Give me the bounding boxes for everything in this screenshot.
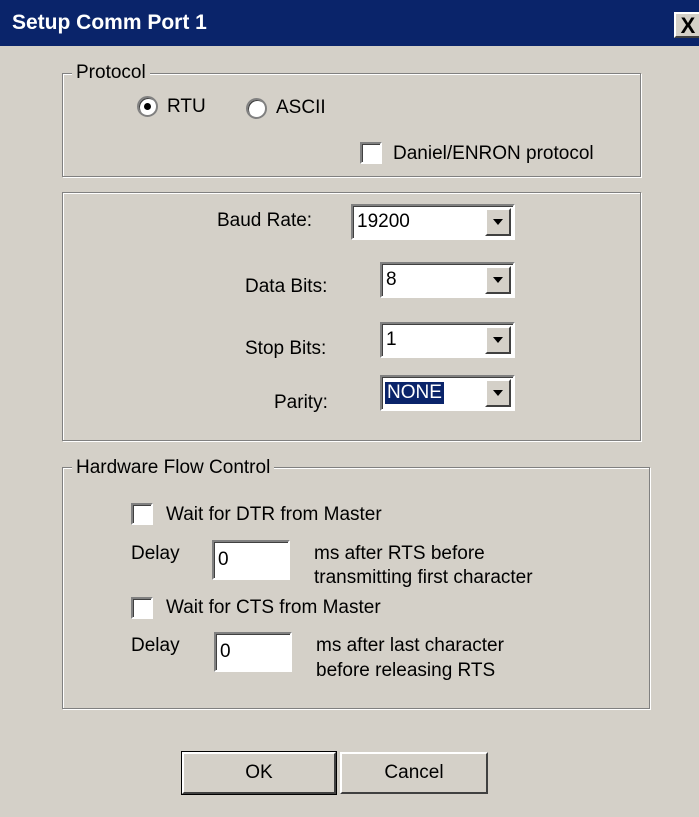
ok-button[interactable]: OK xyxy=(181,751,337,795)
ascii-radio[interactable] xyxy=(246,98,267,119)
baud-rate-label: Baud Rate: xyxy=(217,210,313,231)
delay1-desc-line2: transmitting first character xyxy=(314,567,533,588)
stop-bits-select[interactable]: 1 xyxy=(380,322,515,358)
wait-dtr-label[interactable]: Wait for DTR from Master xyxy=(166,504,382,526)
delay1-label: Delay xyxy=(131,543,180,564)
delay2-label: Delay xyxy=(131,635,180,656)
stop-bits-label: Stop Bits: xyxy=(245,338,327,359)
delay2-input[interactable] xyxy=(214,632,292,672)
daniel-enron-label[interactable]: Daniel/ENRON protocol xyxy=(393,143,594,165)
cancel-button[interactable]: Cancel xyxy=(340,752,488,794)
radio-selected-dot xyxy=(144,103,151,110)
hardware-flow-control-legend: Hardware Flow Control xyxy=(72,457,275,479)
chevron-down-icon[interactable] xyxy=(485,208,511,236)
close-button[interactable]: X xyxy=(674,12,699,38)
delay2-desc-line2: before releasing RTS xyxy=(316,660,496,681)
chevron-down-icon[interactable] xyxy=(485,266,511,294)
data-bits-label: Data Bits: xyxy=(245,276,328,297)
data-bits-select[interactable]: 8 xyxy=(380,262,515,298)
delay1-input[interactable] xyxy=(212,540,290,580)
wait-dtr-checkbox[interactable] xyxy=(131,503,153,525)
stop-bits-value: 1 xyxy=(386,329,397,350)
rtu-radio[interactable] xyxy=(137,96,158,117)
baud-rate-value: 19200 xyxy=(357,211,410,232)
setup-comm-port-dialog: Setup Comm Port 1 X Protocol RTU ASCII D… xyxy=(0,0,699,817)
window-title: Setup Comm Port 1 xyxy=(12,11,207,34)
chevron-down-icon[interactable] xyxy=(485,379,511,407)
baud-rate-select[interactable]: 19200 xyxy=(351,204,515,240)
ascii-label[interactable]: ASCII xyxy=(276,97,326,119)
protocol-legend: Protocol xyxy=(72,62,150,84)
chevron-down-icon[interactable] xyxy=(485,326,511,354)
wait-cts-label[interactable]: Wait for CTS from Master xyxy=(166,597,381,619)
rtu-label[interactable]: RTU xyxy=(167,96,206,118)
title-bar: Setup Comm Port 1 xyxy=(0,0,699,46)
wait-cts-checkbox[interactable] xyxy=(131,597,153,619)
delay2-desc-line1: ms after last character xyxy=(316,635,504,656)
daniel-enron-checkbox[interactable] xyxy=(360,142,382,164)
parity-select[interactable]: NONE xyxy=(380,375,515,411)
data-bits-value: 8 xyxy=(386,269,397,290)
parity-label: Parity: xyxy=(274,392,328,413)
close-icon: X xyxy=(680,13,696,38)
delay1-desc-line1: ms after RTS before xyxy=(314,543,485,564)
parity-value: NONE xyxy=(385,382,444,404)
